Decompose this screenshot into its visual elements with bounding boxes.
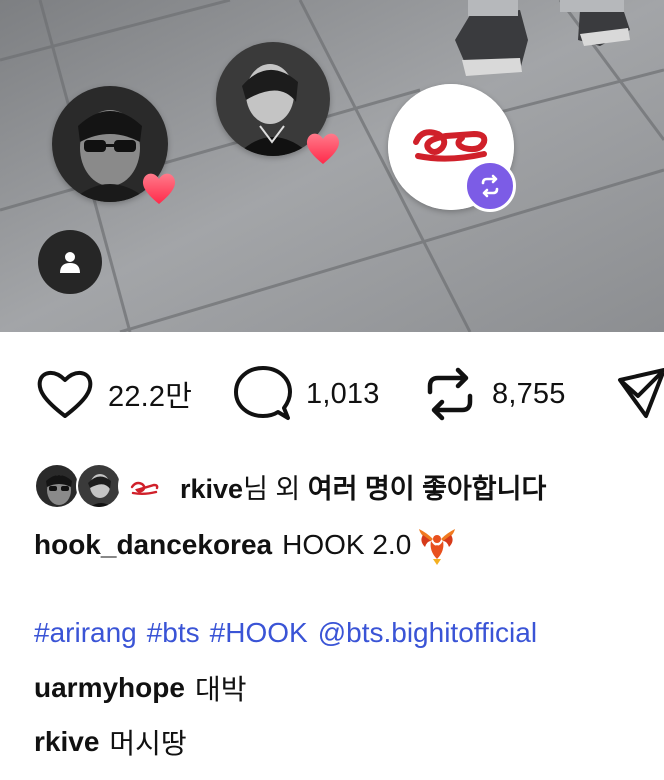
comment-row[interactable]: uarmyhope 대박 [34,666,246,710]
heart-icon [140,170,178,206]
avatar [118,463,164,509]
like-action[interactable]: 22.2만 [34,356,192,432]
comment-username[interactable]: rkive [34,726,99,758]
liked-by-suffix: 님 외 [243,473,308,504]
heart-outline-icon[interactable] [34,366,96,422]
action-bar: 22.2만 1,013 8,755 [0,356,664,432]
comment-username[interactable]: uarmyhope [34,672,185,704]
comment-text: 머시땅 [109,728,187,759]
user-tags-button[interactable] [38,230,102,294]
caption: hook_dancekorea HOOK 2.0 [34,522,457,568]
liked-by-avatars [34,458,174,514]
like-count: 22.2만 [108,381,193,413]
share-action[interactable] [616,356,664,432]
comment-action[interactable]: 1,013 [232,356,380,432]
avatar [76,463,122,509]
comment-text: 대박 [194,674,247,705]
hashtag-link[interactable]: #arirang [34,617,137,649]
repost-count: 8,755 [492,377,566,410]
heart-icon [304,130,342,166]
caption-username[interactable]: hook_dancekorea [34,529,272,561]
repost-icon[interactable] [420,364,480,424]
caption-text: HOOK 2.0 [282,529,412,560]
phoenix-emoji-icon [419,529,456,565]
comment-count: 1,013 [306,377,380,410]
liked-by-text: rkive님 외 여러 명이 좋아합니다 [180,467,546,506]
person-icon [60,252,80,273]
repost-action[interactable]: 8,755 [420,356,566,432]
hashtag-link[interactable]: #bts [147,617,200,649]
comment-row[interactable]: rkive 머시땅 [34,720,187,764]
send-icon[interactable] [616,366,664,422]
repost-badge-icon [464,160,516,212]
liked-by-others[interactable]: 여러 명이 좋아합니다 [308,474,547,504]
liked-by-row[interactable]: rkive님 외 여러 명이 좋아합니다 [34,458,546,514]
mention-link[interactable]: @bts.bighitofficial [318,617,537,649]
avatar [34,463,80,509]
hashtag-line: #arirang #bts #HOOK @bts.bighitofficial [34,608,537,658]
comment-icon[interactable] [232,364,294,424]
hashtag-link[interactable]: #HOOK [210,617,308,649]
liked-by-user[interactable]: rkive [180,474,243,504]
post-photo[interactable] [0,0,664,332]
